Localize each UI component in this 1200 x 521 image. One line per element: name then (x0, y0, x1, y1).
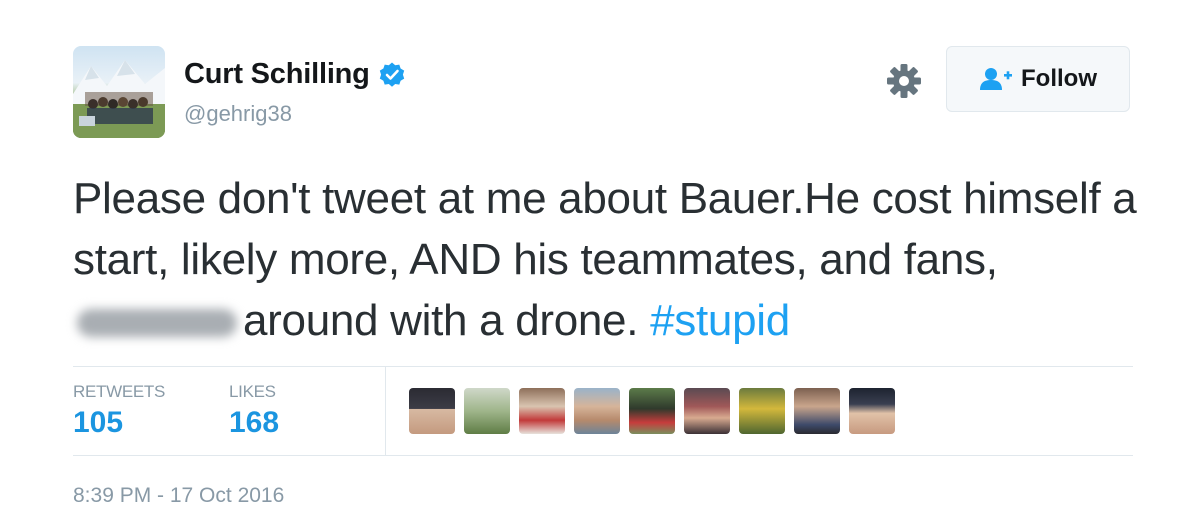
add-user-icon (980, 68, 1012, 90)
likes-count: 168 (229, 406, 280, 439)
avatar[interactable] (73, 46, 165, 138)
user-handle[interactable]: @gehrig38 (184, 101, 292, 127)
liker-avatar[interactable] (519, 388, 565, 434)
liker-avatar[interactable] (849, 388, 895, 434)
likes-stat[interactable]: LIKES 168 (229, 382, 279, 440)
hashtag-link[interactable]: #stupid (650, 296, 790, 345)
liker-avatar[interactable] (684, 388, 730, 434)
redacted-word (77, 309, 237, 338)
liker-avatar[interactable] (629, 388, 675, 434)
verified-badge-icon (379, 62, 404, 87)
tweet-text-part-2: around with a drone. (243, 296, 639, 345)
divider-bottom (73, 455, 1133, 456)
retweets-label: RETWEETS (73, 382, 166, 401)
liker-avatar[interactable] (739, 388, 785, 434)
retweets-stat[interactable]: RETWEETS 105 (73, 382, 165, 440)
stats-divider (385, 367, 386, 455)
tweet-text: Please don't tweet at me about Bauer.He … (73, 168, 1153, 351)
liker-avatar[interactable] (574, 388, 620, 434)
likes-label: LIKES (229, 382, 276, 401)
retweets-count: 105 (73, 406, 124, 439)
liker-avatar[interactable] (794, 388, 840, 434)
gear-icon[interactable] (885, 62, 923, 100)
follow-button-label: Follow (1021, 65, 1097, 92)
liker-avatar[interactable] (409, 388, 455, 434)
liker-avatars (409, 388, 904, 434)
avatar-image (73, 60, 165, 138)
tweet-text-part-1: Please don't tweet at me about Bauer.He … (73, 174, 1137, 284)
user-name[interactable]: Curt Schilling (184, 58, 370, 91)
follow-button[interactable]: Follow (946, 46, 1130, 112)
tweet-card: Curt Schilling @gehrig38 Follow Please d… (0, 0, 1200, 521)
divider-top (73, 366, 1133, 367)
liker-avatar[interactable] (464, 388, 510, 434)
user-name-row: Curt Schilling (184, 58, 406, 91)
tweet-timestamp[interactable]: 8:39 PM - 17 Oct 2016 (73, 484, 284, 508)
